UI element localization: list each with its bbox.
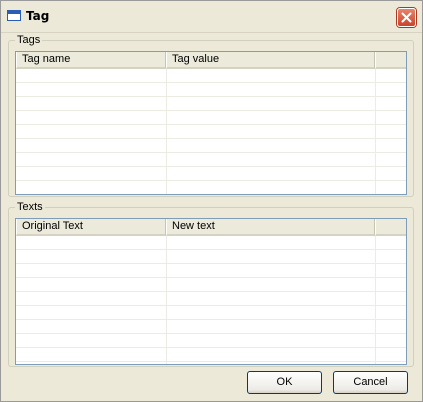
texts-list[interactable]: Original Text New text [15, 218, 407, 365]
tags-group: Tags Tag name Tag value [8, 34, 414, 197]
column-divider [166, 236, 167, 364]
close-icon [401, 12, 412, 23]
column-header-original-text[interactable]: Original Text [16, 219, 166, 236]
window-icon [7, 10, 21, 21]
column-header-new-text[interactable]: New text [166, 219, 375, 236]
column-divider [375, 236, 376, 364]
column-header-tag-value[interactable]: Tag value [166, 52, 375, 69]
texts-list-body[interactable] [16, 236, 406, 364]
tags-group-label: Tags [15, 34, 43, 46]
cancel-button[interactable]: Cancel [333, 371, 408, 394]
tag-dialog: Tag Tags Tag name Tag value Texts Origin… [0, 0, 423, 402]
tags-list[interactable]: Tag name Tag value [15, 51, 407, 195]
tags-list-body[interactable] [16, 69, 406, 194]
column-header-tag-name[interactable]: Tag name [16, 52, 166, 69]
column-divider [166, 69, 167, 194]
column-header-empty[interactable] [375, 52, 406, 69]
texts-list-header: Original Text New text [16, 219, 406, 236]
column-divider [375, 69, 376, 194]
window-title: Tag [26, 9, 50, 23]
close-button[interactable] [397, 8, 416, 27]
column-header-empty[interactable] [375, 219, 406, 236]
title-bar[interactable]: Tag [1, 1, 422, 33]
texts-group-label: Texts [15, 201, 45, 213]
texts-group: Texts Original Text New text [8, 201, 414, 367]
tags-list-header: Tag name Tag value [16, 52, 406, 69]
ok-button[interactable]: OK [247, 371, 322, 394]
